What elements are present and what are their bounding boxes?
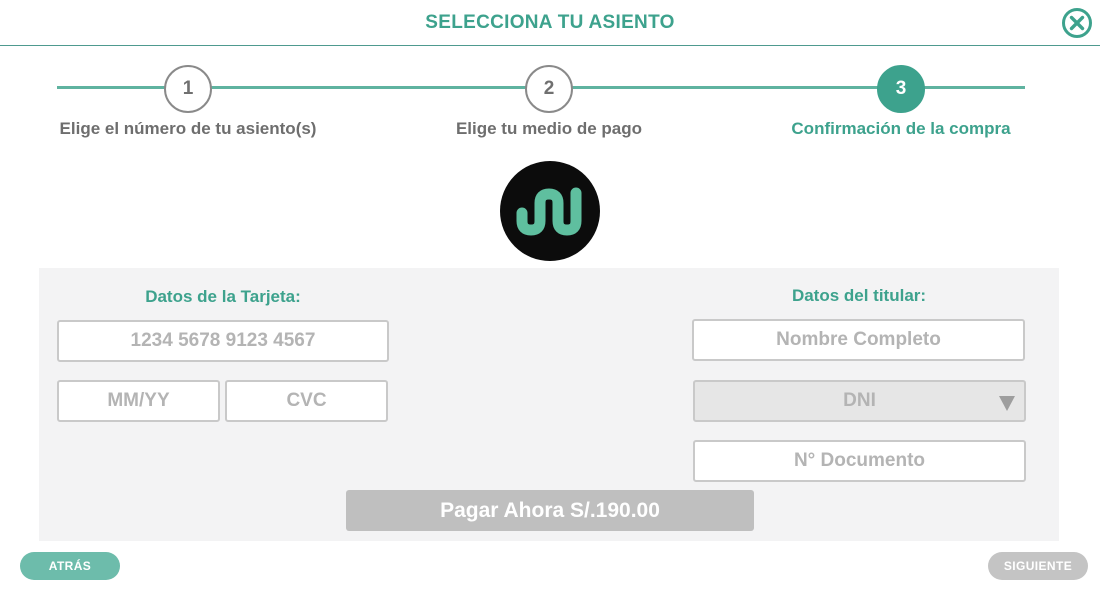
card-section-title: Datos de la Tarjeta: — [145, 287, 301, 306]
document-type-select[interactable]: DNI — [693, 380, 1026, 422]
page-title: SELECCIONA TU ASIENTO — [425, 12, 675, 33]
step-1-circle: 1 — [164, 65, 212, 113]
dropdown-arrow-icon — [999, 396, 1015, 411]
step-1-label: Elige el número de tu asiento(s) — [59, 119, 317, 138]
seat-selection-page: SELECCIONA TU ASIENTO 1 Elige el número … — [0, 0, 1100, 600]
expiry-input[interactable]: MM/YY — [57, 380, 220, 422]
step-3-circle: 3 — [877, 65, 925, 113]
step-2-label: Elige tu medio de pago — [455, 119, 643, 138]
close-button[interactable] — [1061, 7, 1093, 39]
holder-section-title: Datos del titular: — [791, 286, 927, 305]
full-name-input[interactable]: Nombre Completo — [692, 319, 1025, 361]
step-3-label: Confirmación de la compra — [791, 119, 1011, 138]
pay-now-button[interactable]: Pagar Ahora S/.190.00 — [346, 490, 754, 531]
cvc-input[interactable]: CVC — [225, 380, 388, 422]
header: SELECCIONA TU ASIENTO — [0, 0, 1100, 46]
card-number-input[interactable]: 1234 5678 9123 4567 — [57, 320, 389, 362]
document-type-value: DNI — [843, 390, 876, 411]
brand-logo — [500, 161, 600, 261]
next-button[interactable]: SIGUIENTE — [988, 552, 1088, 580]
brand-logo-icon — [516, 187, 582, 236]
step-2-circle: 2 — [525, 65, 573, 113]
close-circle-icon — [1062, 8, 1092, 38]
document-number-input[interactable]: N° Documento — [693, 440, 1026, 482]
back-button[interactable]: ATRÁS — [20, 552, 120, 580]
